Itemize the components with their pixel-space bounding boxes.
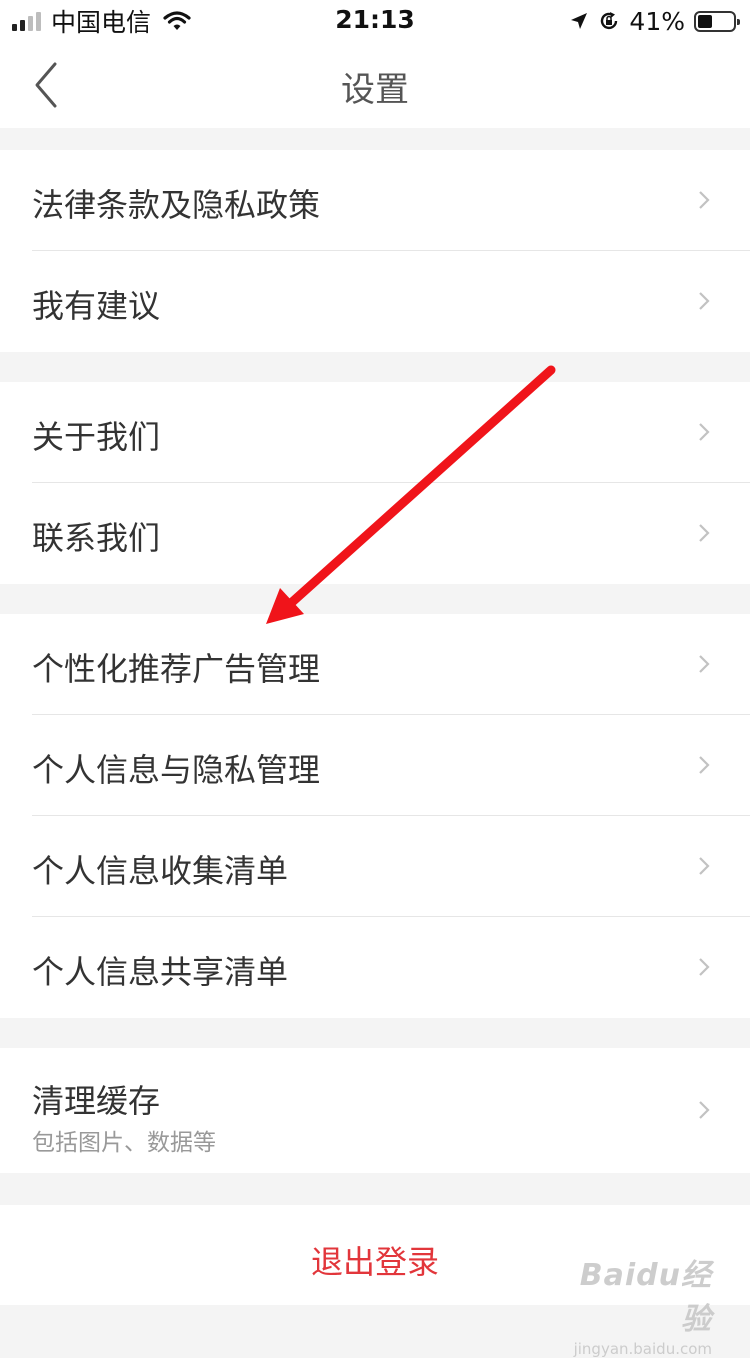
battery-level (698, 14, 712, 28)
chevron-right-icon (699, 655, 710, 673)
settings-group-about: 关于我们 联系我们 (0, 382, 750, 584)
chevron-right-icon (699, 191, 710, 209)
row-label: 关于我们 (32, 418, 161, 456)
page-title: 设置 (341, 70, 409, 110)
row-label: 联系我们 (32, 519, 161, 557)
setting-row-personal-info-privacy[interactable]: 个人信息与隐私管理 (0, 715, 750, 816)
row-label: 个人信息共享清单 (32, 953, 289, 991)
chevron-right-icon (699, 524, 710, 542)
chevron-right-icon (699, 423, 710, 441)
rotation-lock-icon (601, 12, 618, 30)
row-label: 法律条款及隐私政策 (32, 186, 321, 224)
setting-row-about-us[interactable]: 关于我们 (0, 382, 750, 483)
row-label: 个性化推荐广告管理 (32, 650, 321, 688)
row-label: 个人信息与隐私管理 (32, 751, 321, 789)
chevron-right-icon (699, 958, 710, 976)
status-bar: 中国电信 21:13 41% (0, 0, 750, 42)
setting-row-info-sharing-list[interactable]: 个人信息共享清单 (0, 917, 750, 1018)
setting-row-clear-cache[interactable]: 清理缓存 包括图片、数据等 (0, 1048, 750, 1173)
chevron-right-icon (699, 857, 710, 875)
settings-group-privacy: 个性化推荐广告管理 个人信息与隐私管理 个人信息收集清单 个人信息共享清单 (0, 614, 750, 1018)
watermark-sub: jingyan.baidu.com (573, 1340, 712, 1358)
setting-row-legal-privacy[interactable]: 法律条款及隐私政策 (0, 150, 750, 251)
setting-row-info-collection-list[interactable]: 个人信息收集清单 (0, 816, 750, 917)
battery-icon (694, 10, 740, 32)
settings-group-legal: 法律条款及隐私政策 我有建议 (0, 150, 750, 352)
nav-bar: 设置 (0, 42, 750, 128)
setting-row-contact-us[interactable]: 联系我们 (0, 483, 750, 584)
chevron-right-icon (699, 756, 710, 774)
chevron-right-icon (699, 1101, 710, 1119)
status-bar-right: 41% (569, 6, 740, 36)
baidu-watermark-logo: Baidu经验 jingyan.baidu.com (572, 1250, 712, 1358)
row-label: 清理缓存 (32, 1082, 161, 1120)
row-label: 我有建议 (32, 287, 161, 325)
setting-row-personalized-ads[interactable]: 个性化推荐广告管理 (0, 614, 750, 715)
row-sublabel: 包括图片、数据等 (32, 1130, 216, 1156)
location-arrow-icon (571, 13, 588, 29)
row-label: 个人信息收集清单 (32, 852, 289, 890)
settings-group-cache: 清理缓存 包括图片、数据等 (0, 1048, 750, 1173)
setting-row-suggestion[interactable]: 我有建议 (0, 251, 750, 352)
chevron-right-icon (699, 292, 710, 310)
battery-percent: 41% (629, 6, 685, 36)
watermark-main: Baidu经验 (579, 1258, 712, 1337)
